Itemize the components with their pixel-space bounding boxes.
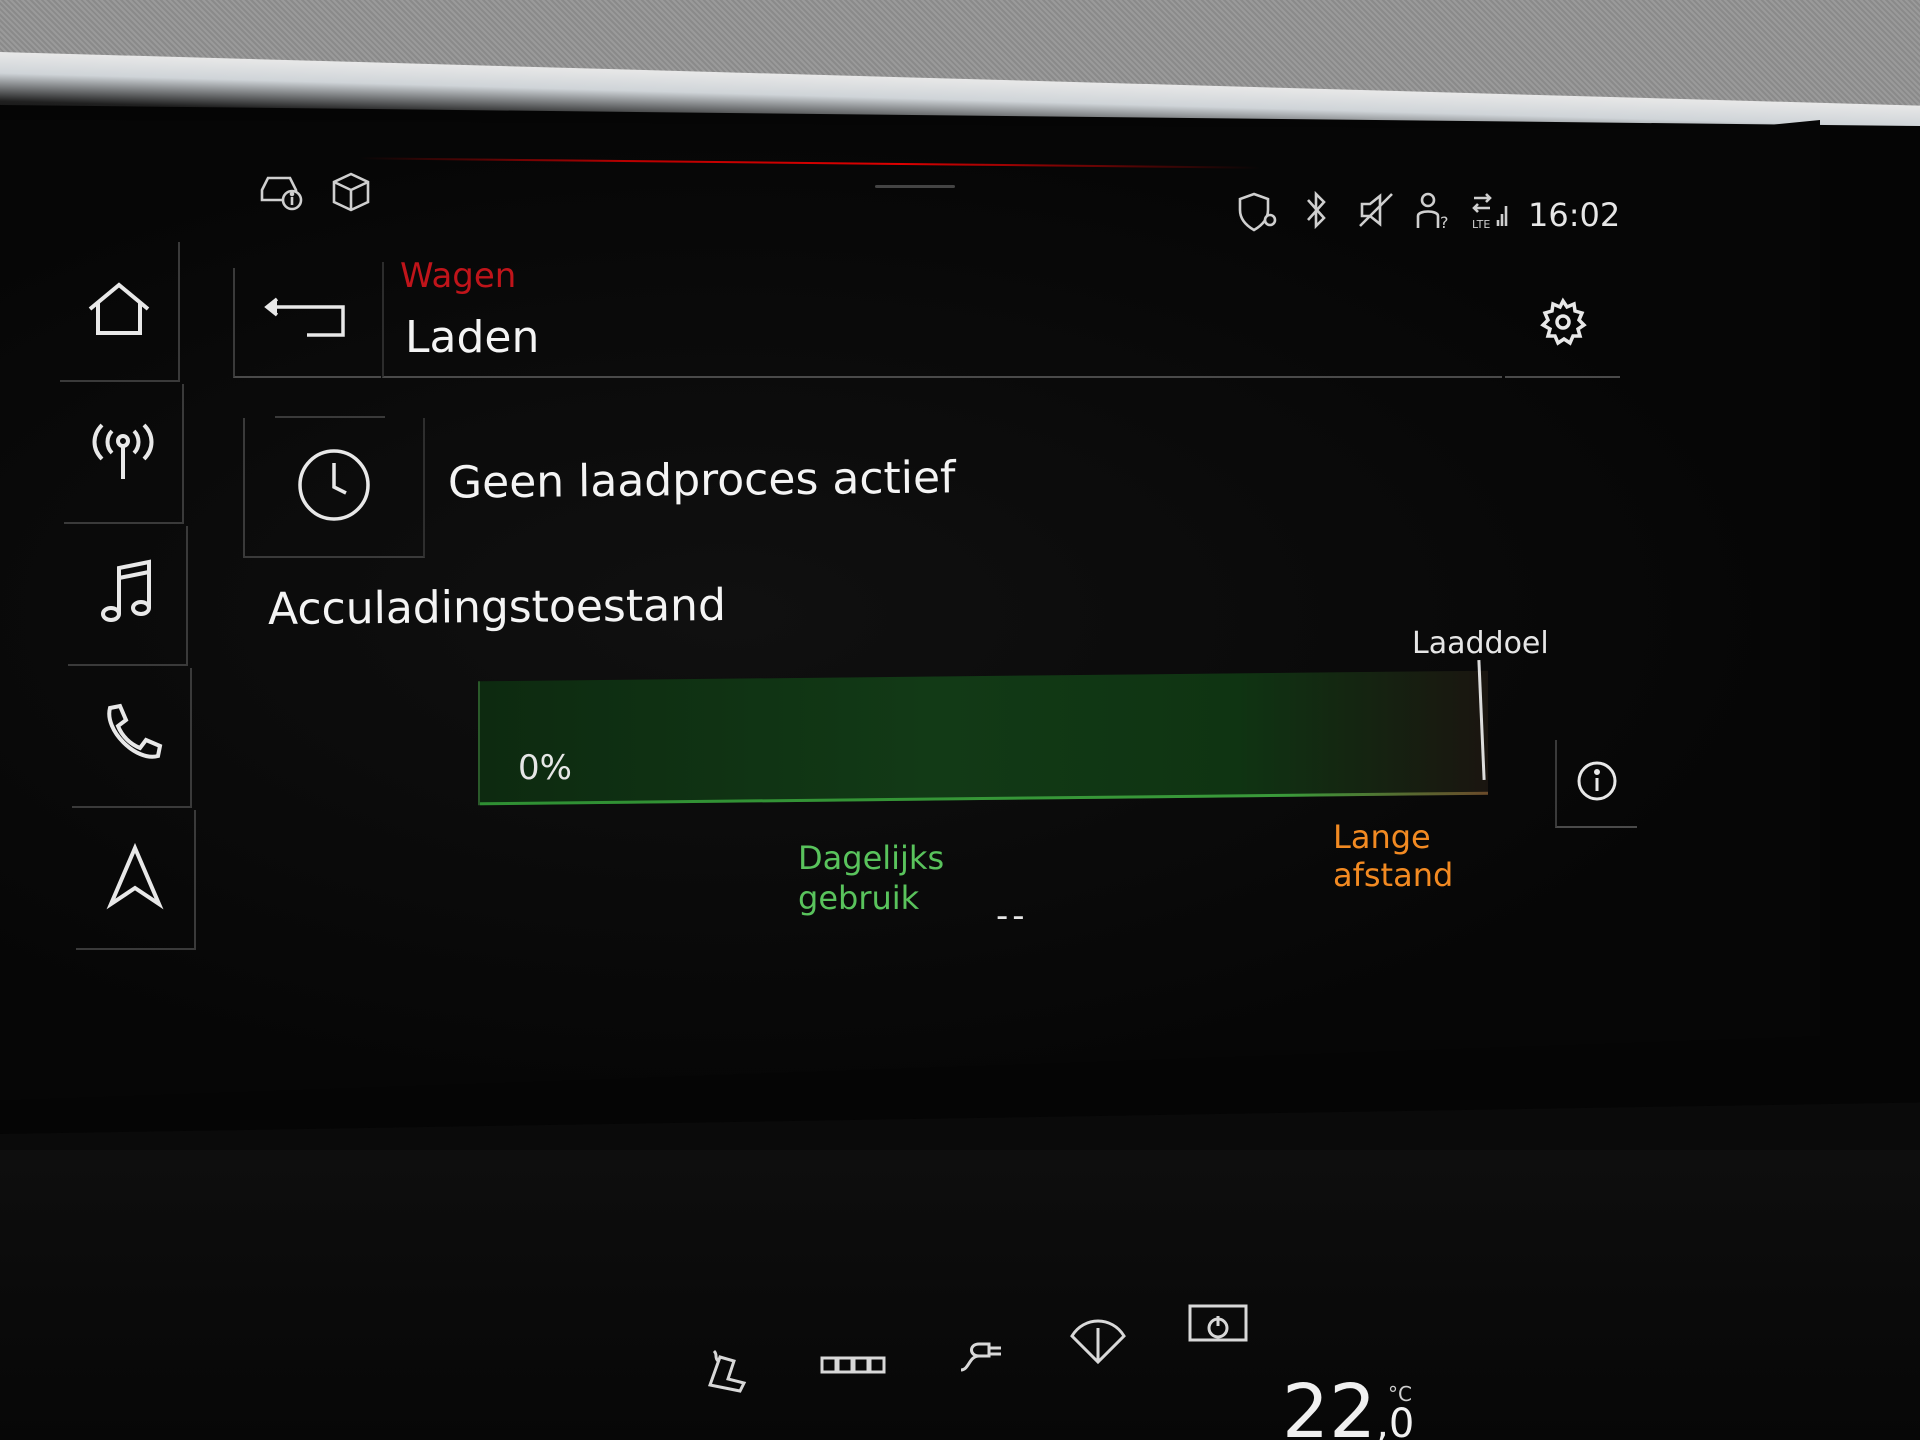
bluetooth-icon [1302,190,1330,234]
navigation-arrow-icon [105,842,165,916]
clock-time: 16:02 [1528,196,1621,234]
antenna-icon [88,419,158,487]
climate-console [0,1150,1920,1440]
gear-icon [1538,297,1588,351]
nav-radio[interactable] [64,384,184,524]
daily-use-value: -- [996,896,1029,936]
svg-text:?: ? [1440,213,1449,232]
battery-level-bar[interactable] [478,670,1488,806]
shield-location-icon [1236,190,1282,238]
charge-timer-button[interactable] [243,416,425,558]
mute-icon [1356,190,1396,234]
nav-home[interactable] [60,242,180,382]
back-button[interactable] [233,268,381,378]
svg-text:LTE: LTE [1472,218,1490,231]
main-nav [60,242,200,952]
title-bar [382,262,1502,378]
charging-plug-icon[interactable] [955,1330,1011,1384]
charge-status-text: Geen laadproces actief [447,452,956,509]
battery-percent: 0% [518,748,572,788]
back-arrow-icon [263,295,353,349]
user-help-icon: ? [1414,190,1454,236]
info-icon [1575,759,1619,807]
nav-media[interactable] [68,526,188,666]
phone-icon [96,700,166,774]
nav-phone[interactable] [72,668,192,808]
info-button[interactable] [1555,740,1637,828]
lte-signal-icon: LTE [1470,190,1510,236]
breadcrumb[interactable]: Wagen [400,256,516,296]
daily-use-label[interactable]: Dagelijks gebruik [798,838,998,918]
wiper-off-icon[interactable] [1068,1312,1128,1374]
home-icon [84,279,154,343]
long-distance-label[interactable]: Lange afstand [1333,818,1493,894]
seat-heat-icon[interactable] [700,1345,754,1403]
power-icon[interactable] [1186,1300,1250,1356]
page-title: Laden [405,312,540,363]
temperature-unit: °C [1388,1382,1412,1406]
rear-defrost-icon[interactable] [818,1350,890,1384]
package-icon[interactable] [330,170,372,218]
charge-target-label: Laaddoel [1412,626,1549,661]
music-note-icon [97,558,157,632]
drag-handle[interactable] [875,185,955,188]
battery-section-title: Acculadingstoestand [267,580,727,635]
settings-button[interactable] [1505,272,1620,378]
clock-icon [294,445,374,529]
battery-range-zone [480,670,1488,806]
car-info-icon[interactable] [258,170,306,218]
nav-navigation[interactable] [76,810,196,950]
